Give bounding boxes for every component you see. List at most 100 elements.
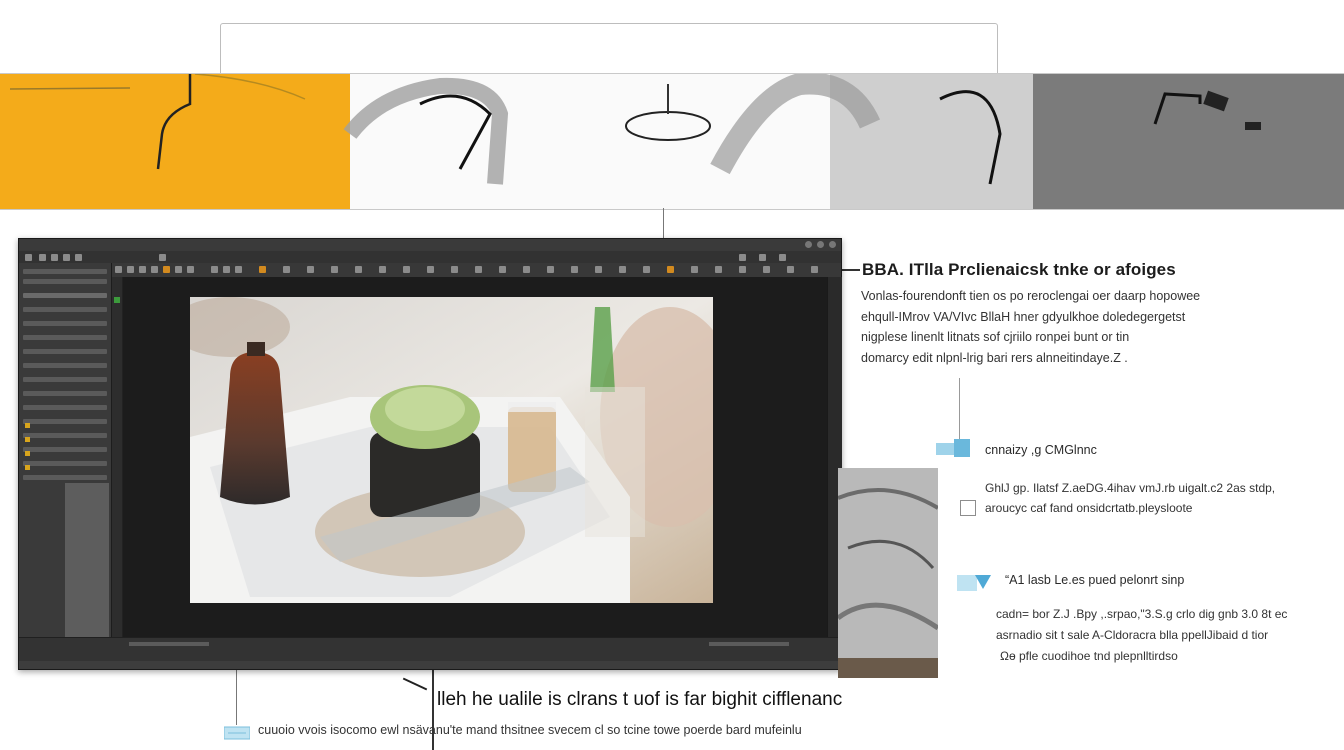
tool-icon[interactable] xyxy=(759,254,766,261)
option-icon[interactable] xyxy=(811,266,818,273)
feature-checkbox[interactable] xyxy=(960,500,976,516)
active-tool-icon[interactable] xyxy=(114,297,120,303)
canvas-food-photo xyxy=(190,297,713,603)
option-icon[interactable] xyxy=(595,266,602,273)
layer-visibility-icon[interactable] xyxy=(25,465,30,470)
option-icon[interactable] xyxy=(427,266,434,273)
option-icon[interactable] xyxy=(151,266,158,273)
panel-row[interactable] xyxy=(23,447,107,452)
strip-line-drawing xyxy=(9,74,1261,185)
feature-text: GhlJ gp. Ilatsf Z.aeDG.4ihav vmJ.rb uiga… xyxy=(985,481,1276,495)
status-info xyxy=(709,642,789,646)
option-icon[interactable] xyxy=(667,266,674,273)
connector-line xyxy=(663,208,664,240)
minimize-icon[interactable] xyxy=(805,241,812,248)
feature-text: Ωɵ pfle cuodihoe tnd plepnlltirdso xyxy=(1000,649,1178,663)
feature-label: “A1 lasb Le.es pued pelonrt sinp xyxy=(1005,573,1185,587)
panel-row[interactable] xyxy=(23,349,107,354)
tool-icon[interactable] xyxy=(51,254,58,261)
feature-text: asrnadio sit t sale A-Cldoracra blla ppe… xyxy=(996,628,1269,642)
panel-preview xyxy=(65,483,109,659)
option-icon[interactable] xyxy=(403,266,410,273)
tool-rail xyxy=(112,277,123,661)
document-canvas[interactable] xyxy=(123,277,827,637)
layer-visibility-icon[interactable] xyxy=(25,451,30,456)
option-icon[interactable] xyxy=(283,266,290,273)
option-icon[interactable] xyxy=(223,266,230,273)
panel-row[interactable] xyxy=(23,335,107,340)
background-photo-fragment xyxy=(838,468,938,678)
feature-icon xyxy=(957,573,991,591)
callout-body-line: ehqull-IMrov VA/VIvc BllaH hner gdyulkho… xyxy=(861,309,1186,324)
option-icon[interactable] xyxy=(691,266,698,273)
option-icon[interactable] xyxy=(475,266,482,273)
option-icon[interactable] xyxy=(127,266,134,273)
bottom-icon xyxy=(223,723,251,741)
option-icon[interactable] xyxy=(211,266,218,273)
tool-icon[interactable] xyxy=(159,254,166,261)
panel-row[interactable] xyxy=(23,419,107,424)
tool-icon[interactable] xyxy=(739,254,746,261)
option-icon[interactable] xyxy=(163,266,170,273)
feature-label: cnnaizy ,g CMGlnnc xyxy=(985,443,1097,457)
panel-row[interactable] xyxy=(23,321,107,326)
close-icon[interactable] xyxy=(829,241,836,248)
maximize-icon[interactable] xyxy=(817,241,824,248)
option-icon[interactable] xyxy=(547,266,554,273)
panel-row[interactable] xyxy=(23,377,107,382)
option-icon[interactable] xyxy=(187,266,194,273)
bottom-heading: lleh he ualile is clrans t uof is far bi… xyxy=(437,689,843,710)
option-icon[interactable] xyxy=(451,266,458,273)
option-icon[interactable] xyxy=(331,266,338,273)
tool-icon[interactable] xyxy=(39,254,46,261)
panel-row[interactable] xyxy=(23,269,107,274)
editor-status-bar xyxy=(19,637,841,662)
callout-body-line: Vonlas-fourendonft tien os po reroclenga… xyxy=(861,289,1201,303)
callout-title: BBA. ITlla Prclienaicsk tnke or afoiges xyxy=(862,260,1176,279)
layer-visibility-icon[interactable] xyxy=(25,437,30,442)
tool-icon[interactable] xyxy=(779,254,786,261)
tool-icon[interactable] xyxy=(63,254,70,261)
option-icon[interactable] xyxy=(643,266,650,273)
callout-body-line: domarcy edit nlpnl-lrig bari rers alnnei… xyxy=(861,350,1128,365)
option-icon[interactable] xyxy=(499,266,506,273)
tool-icon[interactable] xyxy=(75,254,82,261)
option-icon[interactable] xyxy=(259,266,266,273)
option-icon[interactable] xyxy=(139,266,146,273)
option-icon[interactable] xyxy=(571,266,578,273)
feature-icon xyxy=(936,439,970,457)
option-icon[interactable] xyxy=(619,266,626,273)
option-icon[interactable] xyxy=(523,266,530,273)
option-icon[interactable] xyxy=(715,266,722,273)
panel-row[interactable] xyxy=(23,433,107,438)
layer-visibility-icon[interactable] xyxy=(25,423,30,428)
option-icon[interactable] xyxy=(355,266,362,273)
panel-row[interactable] xyxy=(23,391,107,396)
option-icon[interactable] xyxy=(307,266,314,273)
panel-row[interactable] xyxy=(23,293,107,298)
panel-row[interactable] xyxy=(23,461,107,466)
option-icon[interactable] xyxy=(787,266,794,273)
header-illustration-strip xyxy=(0,73,1344,210)
layers-panel xyxy=(19,263,112,661)
editor-options-bar xyxy=(111,263,841,278)
option-icon[interactable] xyxy=(739,266,746,273)
connector-line xyxy=(402,677,428,691)
panel-row[interactable] xyxy=(23,363,107,368)
callout-body: Vonlas-fourendonft tien os po reroclenga… xyxy=(861,286,1331,368)
panel-row[interactable] xyxy=(23,475,107,480)
option-icon[interactable] xyxy=(115,266,122,273)
option-icon[interactable] xyxy=(379,266,386,273)
option-icon[interactable] xyxy=(235,266,242,273)
panel-row[interactable] xyxy=(23,307,107,312)
feature-text: aroucyc caf fand onsidcrtatb.pleysloote xyxy=(985,501,1193,515)
connector-line xyxy=(959,378,960,440)
feature-text: cadn= bor Z.J .Bpy ,.srpao,"3.S.g crlo d… xyxy=(996,607,1288,621)
option-icon[interactable] xyxy=(175,266,182,273)
app-logo-icon xyxy=(25,254,32,261)
panel-row[interactable] xyxy=(23,405,107,410)
option-icon[interactable] xyxy=(763,266,770,273)
panel-row[interactable] xyxy=(23,279,107,284)
photo-editor-window xyxy=(18,238,842,670)
top-callout-box xyxy=(220,23,998,77)
